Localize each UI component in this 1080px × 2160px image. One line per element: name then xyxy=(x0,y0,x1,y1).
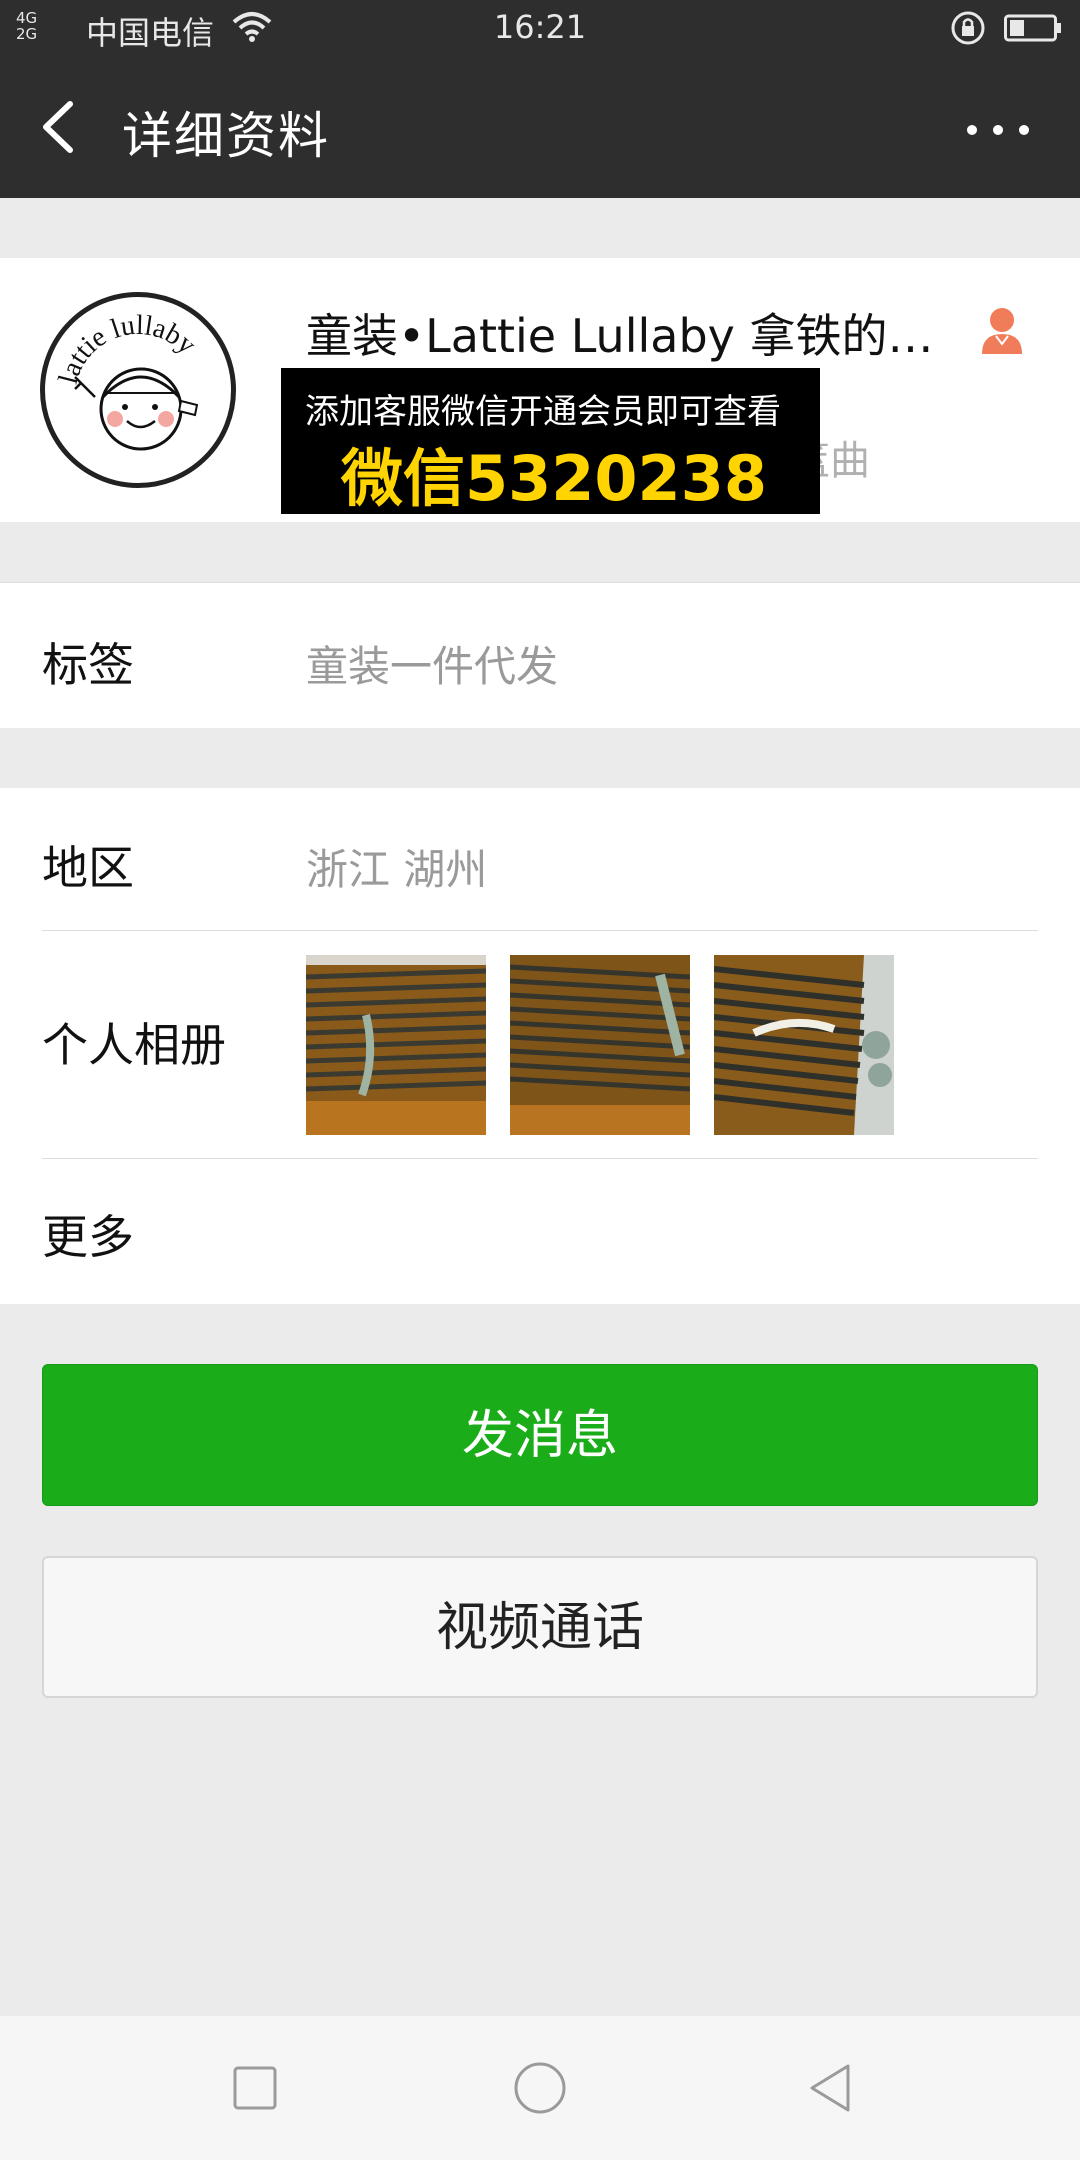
more-label: 更多 xyxy=(42,1210,134,1264)
send-message-button[interactable]: 发消息 xyxy=(42,1364,1038,1506)
album-photo-1[interactable] xyxy=(306,955,486,1135)
clock: 16:21 xyxy=(493,8,587,46)
rotation-lock-icon xyxy=(951,11,985,45)
page-title: 详细资料 xyxy=(122,107,330,165)
battery-icon xyxy=(1004,14,1061,42)
profile-card: lattie lullaby 童装•Lattie Lullaby 拿铁的摇 篮曲 … xyxy=(0,258,1080,522)
system-nav-bar xyxy=(0,2016,1080,2160)
album-photo-2[interactable] xyxy=(510,955,690,1135)
info-card: 地区 浙江 湖州 个人相册 更多 xyxy=(0,788,1080,1304)
region-label: 地区 xyxy=(42,841,134,895)
album-label: 个人相册 xyxy=(42,1018,226,1072)
back-chevron-icon[interactable] xyxy=(30,92,90,162)
recents-square-icon[interactable] xyxy=(225,2058,285,2118)
tags-row[interactable]: 标签 童装一件代发 xyxy=(0,582,1080,728)
more-row[interactable]: 更多 xyxy=(0,1159,1080,1304)
profile-name: 童装•Lattie Lullaby 拿铁的摇篮曲 xyxy=(306,309,946,363)
avatar-cartoon-icon: lattie lullaby xyxy=(53,310,202,451)
status-bar: 4G 2G 中国电信 16:21 xyxy=(0,0,1080,56)
region-value: 浙江 湖州 xyxy=(306,845,488,894)
avatar[interactable]: lattie lullaby xyxy=(40,292,236,488)
overlay-banner: 添加客服微信开通会员即可查看 微信5320238 xyxy=(281,368,820,515)
top-navbar: 详细资料 xyxy=(0,56,1080,198)
gender-person-icon xyxy=(982,308,1022,354)
home-circle-icon[interactable] xyxy=(510,2058,570,2118)
tags-value: 童装一件代发 xyxy=(306,642,559,691)
video-call-button[interactable]: 视频通话 xyxy=(42,1556,1038,1698)
more-dots-icon[interactable] xyxy=(958,100,1038,160)
banner-line1: 添加客服微信开通会员即可查看 xyxy=(305,392,781,432)
tags-label: 标签 xyxy=(42,638,134,692)
region-row: 地区 浙江 湖州 xyxy=(0,788,1080,930)
banner-line2: 微信5320238 xyxy=(341,442,767,515)
back-triangle-icon[interactable] xyxy=(800,2058,860,2118)
album-photo-3[interactable] xyxy=(714,955,894,1135)
